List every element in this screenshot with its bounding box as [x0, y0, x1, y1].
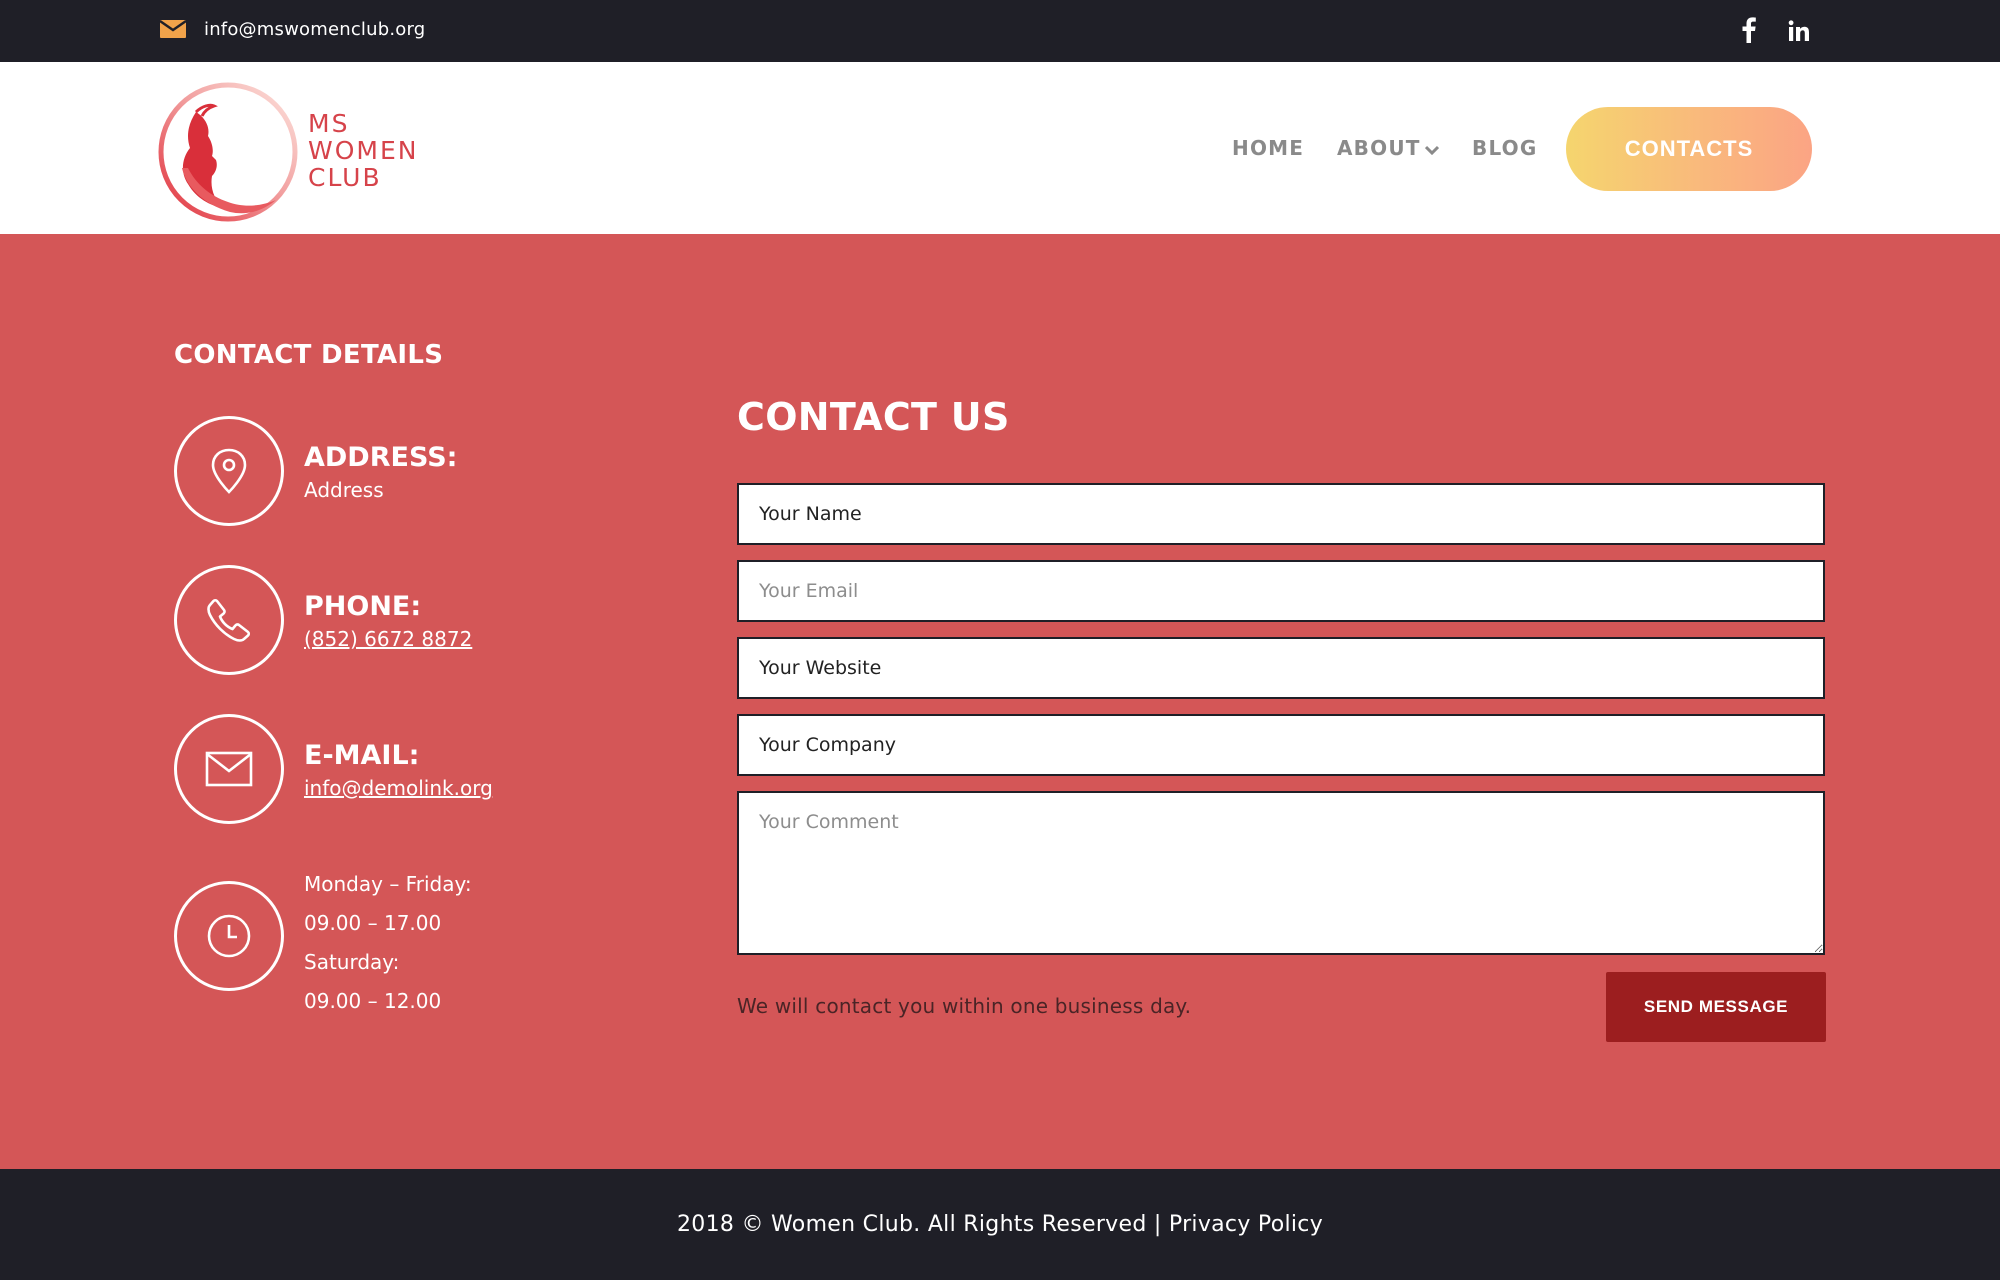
nav-about[interactable]: ABOUT — [1337, 136, 1439, 160]
company-input[interactable] — [737, 714, 1825, 776]
mail-icon — [160, 20, 186, 38]
top-email-link[interactable]: info@mswomenclub.org — [204, 19, 425, 40]
linkedin-icon[interactable] — [1788, 20, 1810, 42]
hours-weekday-label: Monday – Friday: — [304, 872, 472, 896]
facebook-icon[interactable] — [1739, 17, 1759, 43]
phone-circle — [174, 565, 284, 675]
logo-text[interactable]: MS WOMEN CLUB — [308, 110, 418, 191]
nav-home[interactable]: HOME — [1232, 136, 1304, 160]
email-link[interactable]: info@demolink.org — [304, 776, 493, 800]
contacts-button[interactable]: CONTACTS — [1566, 107, 1812, 191]
email-input[interactable] — [737, 560, 1825, 622]
logo-line-2: WOMEN — [308, 136, 419, 165]
email-label: E-MAIL: — [304, 740, 420, 771]
address-label: ADDRESS: — [304, 442, 458, 473]
send-message-button[interactable]: SEND MESSAGE — [1606, 972, 1826, 1042]
hours-text: Monday – Friday: 09.00 – 17.00 Saturday:… — [304, 865, 472, 1021]
nav-blog[interactable]: BLOG — [1472, 136, 1538, 160]
hours-circle — [174, 881, 284, 991]
address-value: Address — [304, 478, 384, 502]
copyright-text[interactable]: 2018 © Women Club. All Rights Reserved |… — [0, 1212, 2000, 1237]
nav-about-label: ABOUT — [1337, 136, 1421, 160]
logo-icon[interactable] — [152, 76, 300, 224]
comment-textarea[interactable] — [737, 791, 1825, 955]
clock-icon — [207, 914, 251, 958]
phone-label: PHONE: — [304, 591, 422, 622]
website-input[interactable] — [737, 637, 1825, 699]
hours-saturday-label: Saturday: — [304, 950, 400, 974]
contact-details-title: CONTACT DETAILS — [174, 340, 444, 370]
chevron-down-icon — [1424, 145, 1439, 155]
envelope-icon — [205, 751, 253, 787]
site-footer: 2018 © Women Club. All Rights Reserved |… — [0, 1169, 2000, 1280]
phone-icon — [207, 598, 251, 642]
phone-link[interactable]: (852) 6672 8872 — [304, 627, 472, 651]
name-input[interactable] — [737, 483, 1825, 545]
email-circle — [174, 714, 284, 824]
hours-saturday-time: 09.00 – 12.00 — [304, 989, 442, 1013]
contact-us-title: CONTACT US — [737, 395, 1010, 439]
site-header: MS WOMEN CLUB HOME ABOUT BLOG CONTACTS — [0, 62, 2000, 234]
top-bar: info@mswomenclub.org — [0, 0, 2000, 62]
response-note: We will contact you within one business … — [737, 994, 1192, 1018]
logo-line-3: CLUB — [308, 163, 382, 192]
hours-weekday-time: 09.00 – 17.00 — [304, 911, 442, 935]
logo-line-1: MS — [308, 109, 350, 138]
address-circle — [174, 416, 284, 526]
location-pin-icon — [211, 448, 247, 494]
contact-section: CONTACT DETAILS ADDRESS: Address PHONE: … — [0, 234, 2000, 1169]
